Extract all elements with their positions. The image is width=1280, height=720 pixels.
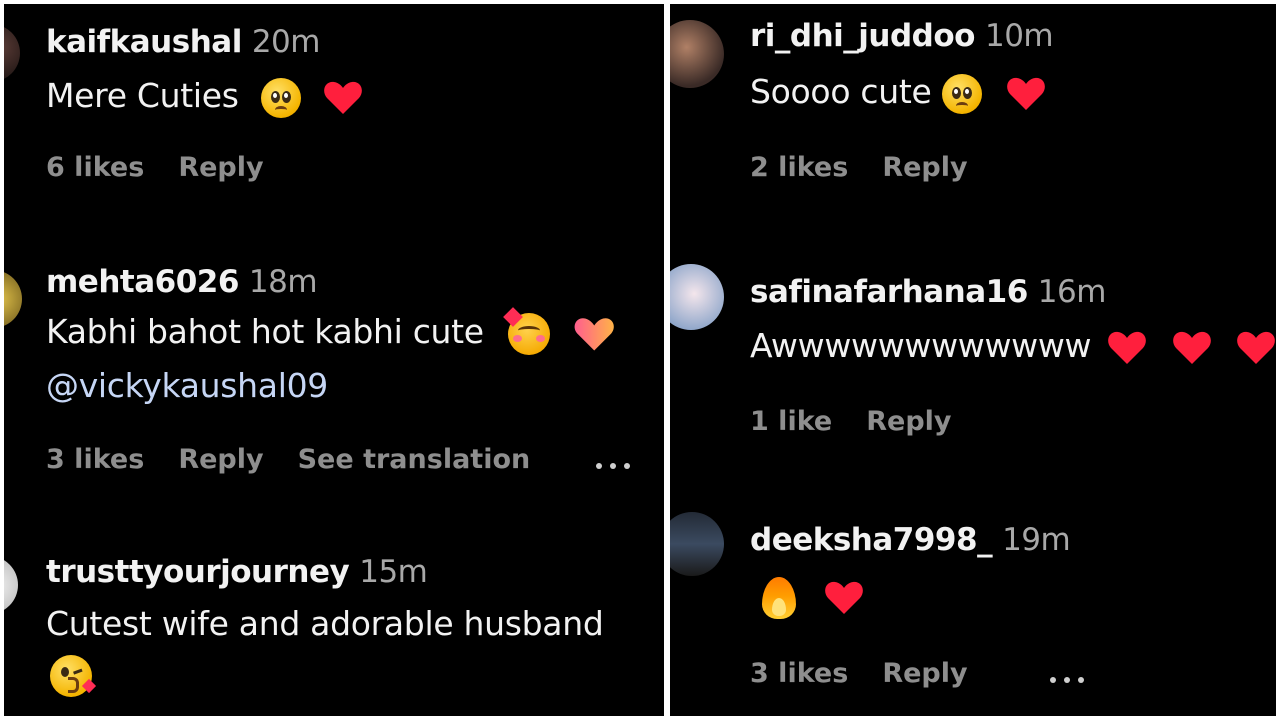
comment-meta: 1 like Reply [750,406,986,437]
reply-button[interactable]: Reply [882,658,967,689]
fire-icon [762,576,796,619]
red-heart-icon [324,81,362,114]
likes-count[interactable]: 6 likes [46,152,144,183]
avatar[interactable] [670,264,724,330]
more-options-icon[interactable] [1050,668,1092,687]
comment-meta: 3 likes Reply See translation [46,444,564,475]
likes-count[interactable]: 2 likes [750,152,848,183]
see-translation-button[interactable]: See translation [298,444,531,475]
comment-deeksha7998_: deeksha7998_ 19m 3 likes Reply [670,504,1276,716]
comment-text [762,576,864,619]
mention-link[interactable]: @vickykaushal09 [46,366,328,405]
comment-text-content: Kabhi bahot hot kabhi cute [46,312,484,351]
reply-button[interactable]: Reply [882,152,967,183]
likes-count[interactable]: 3 likes [750,658,848,689]
username-text[interactable]: kaifkaushal [46,24,242,60]
comment-username[interactable]: ri_dhi_juddoo 10m [750,18,1054,54]
comment-username[interactable]: safinafarhana16 16m [750,274,1106,310]
comment-text: Soooo cute [750,72,1046,114]
comment-text: Mere Cuties [46,76,363,118]
comment-time: 18m [248,264,318,300]
comment-username[interactable]: deeksha7998_ 19m [750,522,1071,558]
more-options-icon[interactable] [596,454,638,473]
red-heart-icon [1108,331,1147,364]
comment-username[interactable]: kaifkaushal 20m [46,24,320,60]
comment-emoji-line [50,654,97,697]
comment-trusttyourjourney: trusttyourjourney 15m Cutest wife and ado… [4,534,664,714]
username-text[interactable]: mehta6026 [46,264,239,300]
comment-time: 19m [1002,522,1071,558]
comment-mehta6026: mehta6026 18m Kabhi bahot hot kabhi cute … [4,244,664,504]
comment-username[interactable]: mehta6026 18m [46,264,318,300]
right-comments-panel: ri_dhi_juddoo 10m Soooo cute 2 likes Reply… [670,4,1276,716]
comment-meta: 2 likes Reply [750,152,1002,183]
reply-button[interactable]: Reply [178,152,263,183]
red-heart-icon [825,581,864,614]
face-blowing-kiss-icon [50,654,97,697]
comment-text-content: Mere Cuties [46,76,239,115]
comment-time: 20m [251,24,321,60]
comment-ri_dhi_juddoo: ri_dhi_juddoo 10m Soooo cute 2 likes Reply [670,4,1276,254]
avatar[interactable] [670,512,724,576]
username-text[interactable]: safinafarhana16 [750,274,1028,310]
comment-time: 16m [1037,274,1107,310]
avatar[interactable] [4,24,20,82]
smiling-face-with-hearts-icon [503,306,551,355]
comment-username[interactable]: trusttyourjourney 15m [46,554,428,590]
red-heart-icon [1236,331,1275,364]
username-text[interactable]: ri_dhi_juddoo [750,18,975,54]
comment-text-content: Awwwwwwwwwwww [750,326,1092,365]
reply-button[interactable]: Reply [178,444,263,475]
comment-meta: 6 likes Reply [46,152,298,183]
avatar[interactable] [4,270,22,328]
comment-kaifkaushal: kaifkaushal 20m Mere Cuties 6 likes Reply [4,4,664,244]
reply-button[interactable]: Reply [866,406,951,437]
comment-text: Cutest wife and adorable husband [46,604,604,643]
likes-count[interactable]: 3 likes [46,444,144,475]
likes-count[interactable]: 1 like [750,406,832,437]
pleading-face-icon [260,77,301,118]
comment-text: Awwwwwwwwwwww [750,326,1276,366]
username-text[interactable]: deeksha7998_ [750,522,993,558]
heart-with-ribbon-icon [574,317,614,351]
avatar[interactable] [670,20,724,88]
comment-time: 15m [359,554,428,590]
comment-safinafarhana16: safinafarhana16 16m Awwwwwwwwwwww 1 like R… [670,254,1276,504]
comment-text: Kabhi bahot hot kabhi cute [46,306,614,355]
avatar[interactable] [4,556,18,614]
comment-text-content: Soooo cute [750,72,932,111]
username-text[interactable]: trusttyourjourney [46,554,350,590]
comment-time: 10m [984,18,1054,54]
left-comments-panel: kaifkaushal 20m Mere Cuties 6 likes Reply … [4,4,664,716]
red-heart-icon [1007,77,1045,110]
red-heart-icon [1172,331,1211,364]
comment-meta: 3 likes Reply [750,658,1002,689]
pleading-face-icon [941,73,982,114]
